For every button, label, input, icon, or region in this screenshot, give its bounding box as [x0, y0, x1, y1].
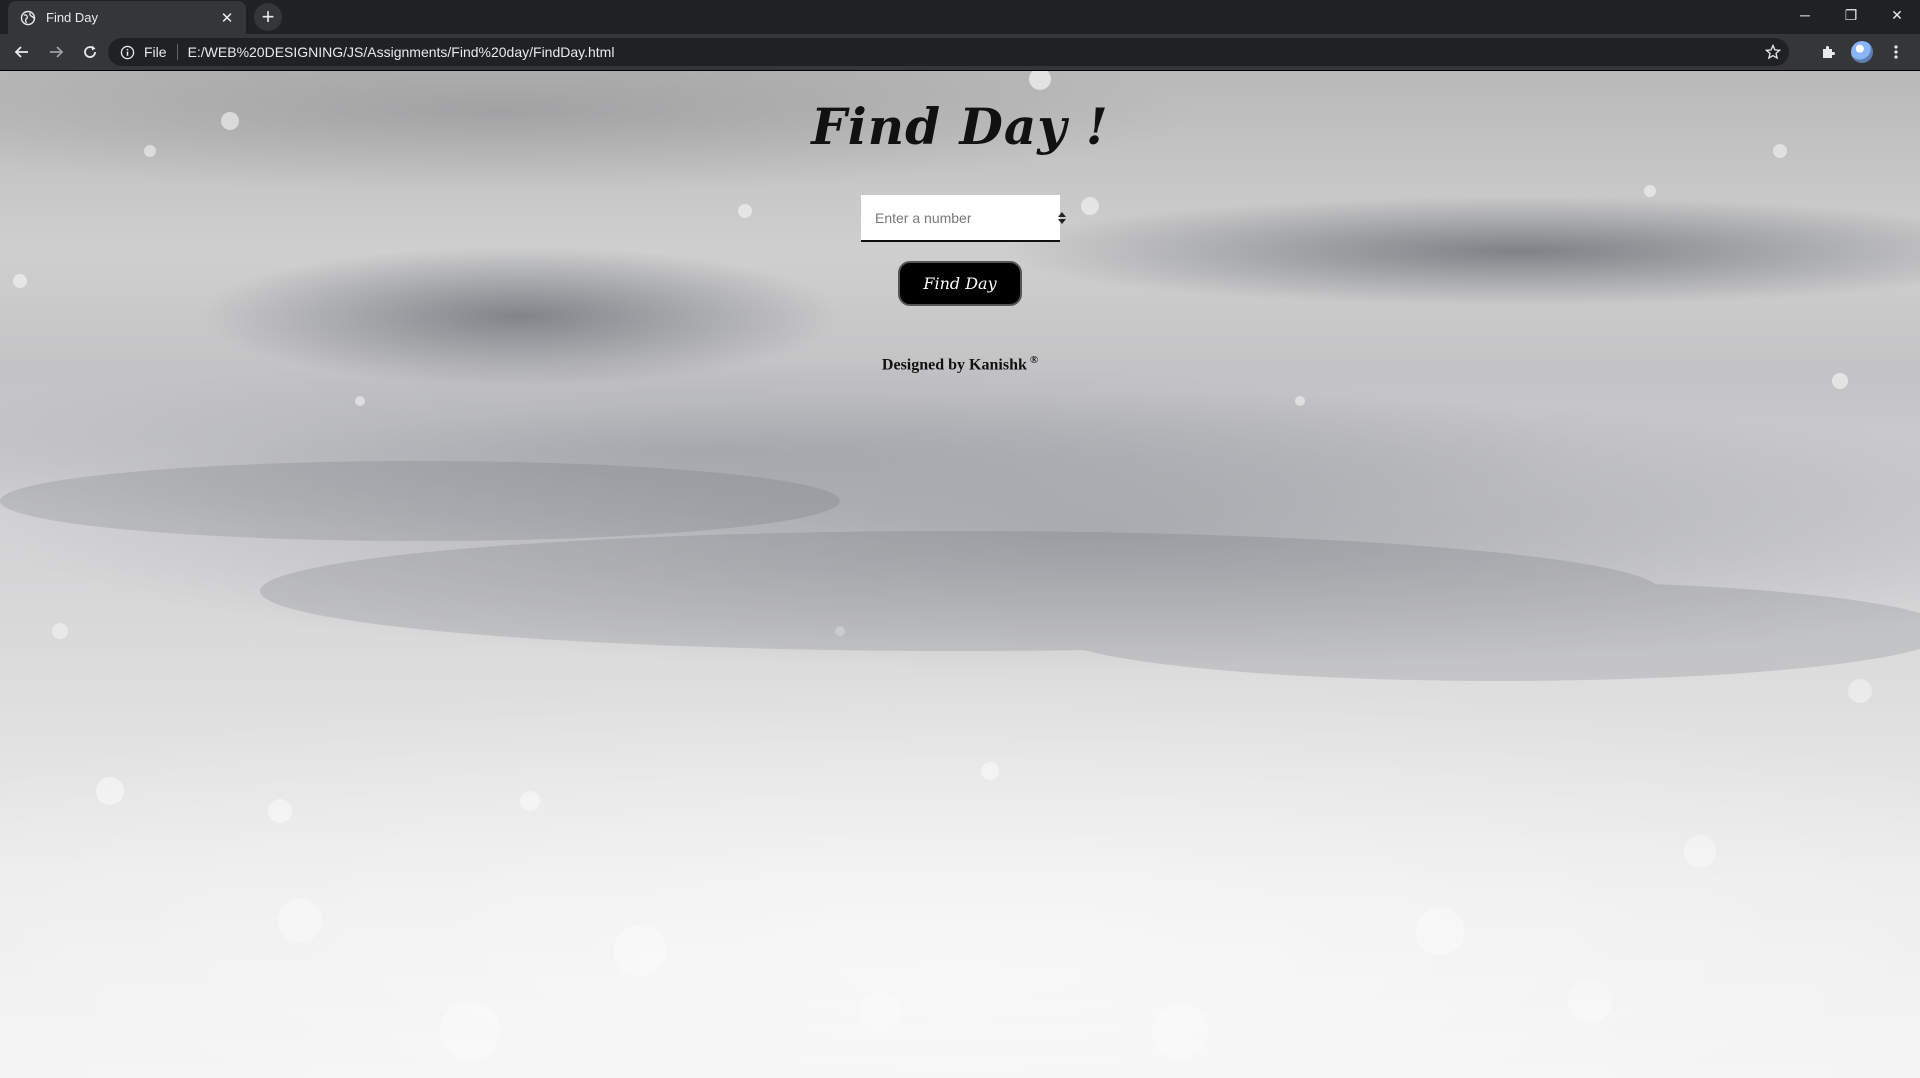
registered-mark: ® [1029, 354, 1039, 366]
restore-button[interactable]: ❐ [1828, 0, 1874, 30]
url-text[interactable]: E:/WEB%20DESIGNING/JS/Assignments/Find%2… [188, 44, 1757, 60]
reload-icon [84, 45, 96, 58]
number-spinner[interactable] [1058, 195, 1066, 240]
page-title: Find Day ! [811, 97, 1109, 156]
bookmark-star-icon[interactable] [1757, 44, 1789, 60]
arrow-right-icon [50, 46, 64, 58]
new-tab-button[interactable]: + [254, 3, 282, 31]
credit-text: Designed by Kanishk [881, 356, 1027, 374]
find-day-button[interactable]: Find Day [898, 261, 1022, 306]
spin-up-icon[interactable] [1058, 211, 1066, 217]
toolbar-right [1814, 38, 1910, 66]
tab-find-day[interactable]: Find Day ✕ [8, 1, 246, 34]
forward-button[interactable] [40, 36, 72, 68]
minimize-button[interactable]: ─ [1782, 0, 1828, 30]
address-bar[interactable]: File E:/WEB%20DESIGNING/JS/Assignments/F… [108, 38, 1789, 66]
globe-icon [20, 10, 36, 26]
reload-button[interactable] [74, 36, 106, 68]
tab-close-icon[interactable]: ✕ [218, 9, 236, 27]
window-controls: ─ ❐ ✕ [1782, 0, 1920, 30]
arrow-left-icon [14, 46, 28, 58]
number-field [861, 194, 1066, 242]
number-input[interactable] [861, 194, 1058, 241]
close-window-button[interactable]: ✕ [1874, 0, 1920, 30]
back-button[interactable] [6, 36, 38, 68]
profile-avatar[interactable] [1848, 38, 1876, 66]
tab-title: Find Day [46, 10, 99, 25]
browser-toolbar: File E:/WEB%20DESIGNING/JS/Assignments/F… [0, 34, 1920, 70]
omnibox-divider [176, 44, 178, 60]
avatar [1851, 41, 1873, 63]
tab-strip: Find Day ✕ + ─ ❐ ✕ [0, 0, 1920, 34]
info-icon[interactable] [114, 45, 140, 60]
page-viewport: Find Day ! Find Day Designed by Kanishk® [0, 71, 1920, 1078]
menu-kebab-icon[interactable] [1882, 38, 1910, 66]
scheme-label: File [144, 44, 167, 60]
credit-footer: Designed by Kanishk ® [0, 354, 1920, 374]
spin-down-icon[interactable] [1058, 218, 1066, 224]
extensions-puzzle-icon[interactable] [1814, 38, 1842, 66]
